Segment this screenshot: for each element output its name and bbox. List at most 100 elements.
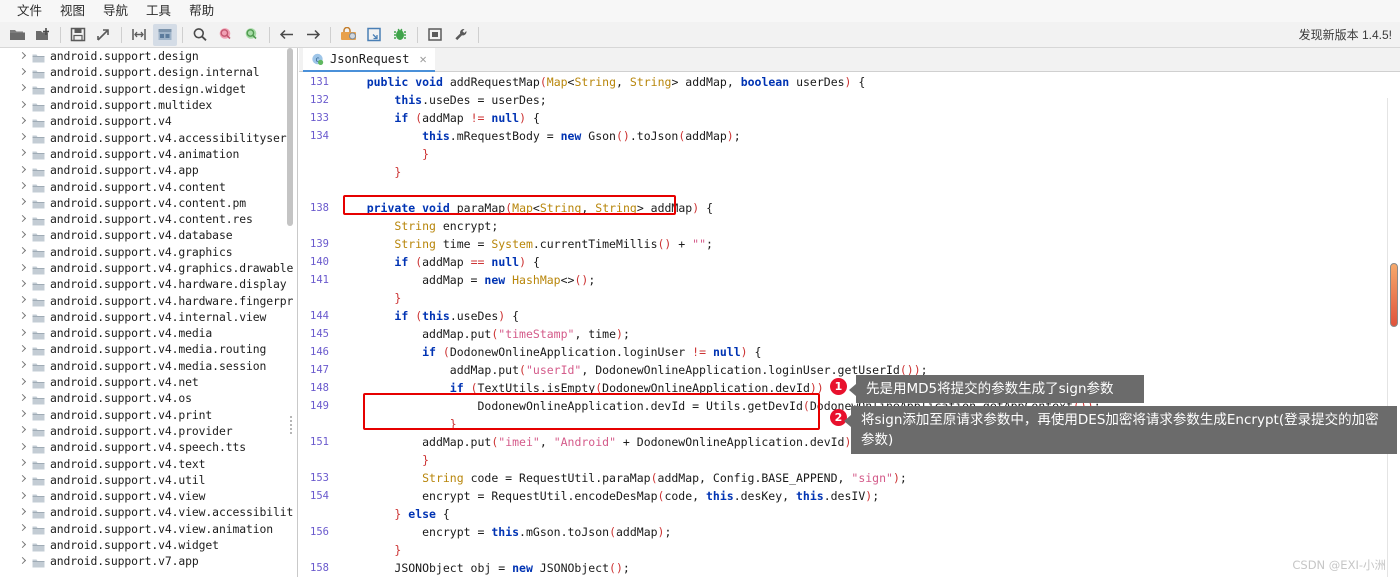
tree-item-package[interactable]: android.support.v4.content.res: [0, 211, 297, 227]
chevron-right-icon[interactable]: [18, 279, 29, 290]
chevron-right-icon[interactable]: [18, 311, 29, 322]
tree-item-package[interactable]: android.support.v4.hardware.display: [0, 276, 297, 292]
code-line[interactable]: [299, 181, 1400, 199]
search-next-button[interactable]: [240, 24, 264, 46]
toggle-structure-button[interactable]: [153, 23, 177, 46]
code-line[interactable]: }: [299, 163, 1400, 181]
chevron-right-icon[interactable]: [18, 474, 29, 485]
tree-item-package[interactable]: android.support.v4.database: [0, 227, 297, 243]
keystore-button[interactable]: [336, 24, 360, 46]
chevron-right-icon[interactable]: [18, 360, 29, 371]
code-line[interactable]: 132 this.useDes = userDes;: [299, 91, 1400, 109]
code-line[interactable]: 146 if (DodonewOnlineApplication.loginUs…: [299, 343, 1400, 361]
code-line[interactable]: 131 public void addRequestMap(Map<String…: [299, 73, 1400, 91]
chevron-right-icon[interactable]: [18, 132, 29, 143]
code-line[interactable]: }: [299, 289, 1400, 307]
tree-item-package[interactable]: android.support.design.internal: [0, 64, 297, 80]
chevron-right-icon[interactable]: [18, 458, 29, 469]
chevron-right-icon[interactable]: [18, 393, 29, 404]
tree-item-package[interactable]: android.support.v4.media.routing: [0, 341, 297, 357]
tree-item-package[interactable]: android.support.v4.media: [0, 325, 297, 341]
code-line[interactable]: 154 encrypt = RequestUtil.encodeDesMap(c…: [299, 487, 1400, 505]
code-line[interactable]: 144 if (this.useDes) {: [299, 307, 1400, 325]
tree-item-package[interactable]: android.support.v4.app: [0, 162, 297, 178]
tree-item-package[interactable]: android.support.v4.os: [0, 390, 297, 406]
chevron-right-icon[interactable]: [18, 523, 29, 534]
tree-item-package[interactable]: android.support.v4.view: [0, 488, 297, 504]
tree-item-package[interactable]: android.support.v4.text: [0, 455, 297, 471]
code-line[interactable]: }: [299, 541, 1400, 559]
chevron-right-icon[interactable]: [18, 67, 29, 78]
chevron-right-icon[interactable]: [18, 507, 29, 518]
stop-button[interactable]: [423, 24, 447, 46]
code-line[interactable]: 156 encrypt = this.mGson.toJson(addMap);: [299, 523, 1400, 541]
chevron-right-icon[interactable]: [18, 409, 29, 420]
chevron-right-icon[interactable]: [18, 295, 29, 306]
tree-item-package[interactable]: android.support.v4.graphics: [0, 244, 297, 260]
navigate-forward-button[interactable]: [301, 24, 325, 46]
menu-help[interactable]: 帮助: [180, 0, 223, 22]
code-line[interactable]: }: [299, 145, 1400, 163]
collapse-all-button[interactable]: [127, 24, 151, 46]
chevron-right-icon[interactable]: [18, 442, 29, 453]
menu-navigate[interactable]: 导航: [94, 0, 137, 22]
tree-item-package[interactable]: android.support.v4.hardware.fingerpr: [0, 292, 297, 308]
chevron-right-icon[interactable]: [18, 425, 29, 436]
search-prev-button[interactable]: [214, 24, 238, 46]
tree-item-package[interactable]: android.support.design.widget: [0, 81, 297, 97]
tree-item-package[interactable]: android.support.multidex: [0, 97, 297, 113]
code-line[interactable]: 153 String code = RequestUtil.paraMap(ad…: [299, 469, 1400, 487]
chevron-right-icon[interactable]: [18, 165, 29, 176]
chevron-right-icon[interactable]: [18, 328, 29, 339]
chevron-right-icon[interactable]: [18, 51, 29, 62]
chevron-right-icon[interactable]: [18, 214, 29, 225]
tree-item-package[interactable]: android.support.v4.accessibilityserv: [0, 129, 297, 145]
code-line[interactable]: 145 addMap.put("timeStamp", time);: [299, 325, 1400, 343]
code-line[interactable]: 158 JSONObject obj = new JSONObject();: [299, 559, 1400, 577]
chevron-right-icon[interactable]: [18, 230, 29, 241]
code-line[interactable]: 133 if (addMap != null) {: [299, 109, 1400, 127]
chevron-right-icon[interactable]: [18, 556, 29, 567]
tree-item-package[interactable]: android.support.v4.view.animation: [0, 521, 297, 537]
chevron-right-icon[interactable]: [18, 181, 29, 192]
sidebar-scrollbar-thumb[interactable]: [287, 48, 293, 226]
tree-item-package[interactable]: android.support.v4.graphics.drawable: [0, 260, 297, 276]
tree-item-package[interactable]: android.support.design: [0, 48, 297, 64]
code-line[interactable]: 134 this.mRequestBody = new Gson().toJso…: [299, 127, 1400, 145]
chevron-right-icon[interactable]: [18, 263, 29, 274]
tree-item-package[interactable]: android.support.v4.content: [0, 178, 297, 194]
code-line[interactable]: 141 addMap = new HashMap<>();: [299, 271, 1400, 289]
editor-scrollbar-thumb[interactable]: [1390, 263, 1398, 327]
chevron-right-icon[interactable]: [18, 540, 29, 551]
code-line[interactable]: 140 if (addMap == null) {: [299, 253, 1400, 271]
save-button[interactable]: [66, 24, 90, 46]
code-line[interactable]: 147 addMap.put("userId", DodonewOnlineAp…: [299, 361, 1400, 379]
tree-item-package[interactable]: android.support.v4.animation: [0, 146, 297, 162]
editor-marker-strip[interactable]: [1387, 98, 1400, 577]
package-tree-sidebar[interactable]: android.support.design android.support.de…: [0, 48, 298, 577]
tree-item-package[interactable]: android.support.v4.net: [0, 374, 297, 390]
code-editor[interactable]: 131 public void addRequestMap(Map<String…: [299, 73, 1400, 577]
chevron-right-icon[interactable]: [18, 491, 29, 502]
chevron-right-icon[interactable]: [18, 246, 29, 257]
tree-item-package[interactable]: android.support.v4.widget: [0, 537, 297, 553]
code-line[interactable]: String encrypt;: [299, 217, 1400, 235]
chevron-right-icon[interactable]: [18, 148, 29, 159]
tab-close-icon[interactable]: ✕: [415, 52, 426, 66]
tree-item-package[interactable]: android.support.v4.internal.view: [0, 309, 297, 325]
code-line[interactable]: } else {: [299, 505, 1400, 523]
tree-item-package[interactable]: android.support.v4.media.session: [0, 358, 297, 374]
export-button[interactable]: [92, 24, 116, 46]
chevron-right-icon[interactable]: [18, 377, 29, 388]
debug-button[interactable]: [388, 24, 412, 46]
chevron-right-icon[interactable]: [18, 100, 29, 111]
chevron-right-icon[interactable]: [18, 116, 29, 127]
tree-item-package[interactable]: android.support.v4: [0, 113, 297, 129]
menu-view[interactable]: 视图: [51, 0, 94, 22]
tab-jsonrequest[interactable]: c JsonRequest ✕: [303, 48, 435, 72]
chevron-right-icon[interactable]: [18, 344, 29, 355]
code-line[interactable]: 139 String time = System.currentTimeMill…: [299, 235, 1400, 253]
settings-button[interactable]: [449, 24, 473, 46]
menu-tools[interactable]: 工具: [137, 0, 180, 22]
tree-item-package[interactable]: android.support.v4.print: [0, 407, 297, 423]
